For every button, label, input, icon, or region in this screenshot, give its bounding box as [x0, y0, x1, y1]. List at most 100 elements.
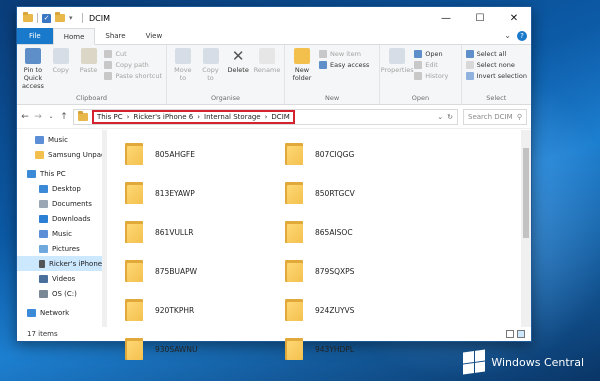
sidebar-item-desktop[interactable]: Desktop [17, 181, 106, 196]
folder-item[interactable]: 805AHGFE [125, 138, 285, 170]
phone-icon [39, 259, 45, 268]
up-arrow-icon[interactable]: ↑ [60, 112, 68, 122]
tab-view[interactable]: View [136, 28, 173, 44]
new-folder-label: New folder [292, 66, 312, 82]
close-button[interactable]: ✕ [497, 7, 531, 29]
folder-item[interactable]: 879SQXPS [285, 255, 445, 287]
tab-home[interactable]: Home [52, 28, 96, 45]
select-none-button[interactable]: Select none [465, 61, 527, 69]
select-group-label: Select [486, 94, 507, 102]
copy-label: Copy [52, 66, 69, 74]
large-icons-view-icon[interactable] [517, 330, 525, 338]
new-folder-icon[interactable] [55, 12, 65, 22]
minimize-button[interactable]: — [429, 7, 463, 29]
sidebar-item-videos[interactable]: Videos [17, 271, 106, 286]
open-button[interactable]: Open [414, 50, 448, 58]
folder-item[interactable]: 865AISOC [285, 216, 445, 248]
folder-icon [35, 150, 44, 159]
address-dropdown-icon[interactable]: ⌄ [437, 113, 443, 121]
invert-selection-button[interactable]: Invert selection [465, 72, 527, 80]
content-scrollbar[interactable] [521, 130, 531, 327]
sidebar-item-music[interactable]: Music [17, 226, 106, 241]
music-icon [35, 135, 44, 144]
recent-dropdown-icon[interactable]: ⌄ [47, 113, 55, 120]
copy-path-button[interactable]: Copy path [104, 61, 162, 69]
forward-arrow-icon[interactable]: → [34, 112, 42, 122]
folder-name: 875BUAPW [155, 266, 198, 276]
expand-ribbon-icon[interactable]: ⌄ [504, 31, 511, 41]
back-arrow-icon[interactable]: ← [21, 112, 29, 122]
sidebar-item-network[interactable]: Network [17, 305, 106, 320]
folder-item[interactable]: 924ZUYVS [285, 294, 445, 326]
breadcrumb-this-pc[interactable]: This PC [97, 113, 123, 121]
tab-file[interactable]: File [17, 28, 53, 44]
edit-button[interactable]: Edit [414, 61, 448, 69]
rename-label: Rename [253, 66, 281, 74]
history-button[interactable]: History [414, 72, 448, 80]
folder-item[interactable]: 875BUAPW [125, 255, 285, 287]
folder-icon [285, 182, 303, 204]
sidebar-item-label: Downloads [52, 214, 91, 223]
scrollbar-thumb[interactable] [523, 148, 529, 238]
pin-icon [24, 48, 41, 64]
easy-access-label: Easy access [330, 61, 370, 69]
folder-icon [23, 12, 33, 22]
help-icon[interactable]: ? [517, 31, 527, 41]
sidebar-item-pictures[interactable]: Pictures [17, 241, 106, 256]
sidebar-scrollbar[interactable] [102, 130, 106, 327]
folder-item[interactable]: 861VULLR [125, 216, 285, 248]
breadcrumb-separator[interactable]: › [265, 113, 268, 121]
sidebar-item-iphone[interactable]: Ricker's iPhone 6 [17, 256, 106, 271]
folder-item[interactable]: 850RTGCV [285, 177, 445, 209]
sidebar-item-os-c[interactable]: OS (C:) [17, 286, 106, 301]
sidebar-item-downloads[interactable]: Downloads [17, 211, 106, 226]
select-all-button[interactable]: Select all [465, 50, 527, 58]
folder-item[interactable]: 920TKPHR [125, 294, 285, 326]
folder-name: 813EYAWP [155, 188, 195, 198]
new-item-button[interactable]: New item [319, 50, 369, 58]
folder-icon [125, 299, 143, 321]
window-title: DCIM [89, 13, 111, 23]
paste-shortcut-button[interactable]: Paste shortcut [104, 72, 162, 80]
sidebar-item-label: Pictures [52, 244, 80, 253]
folder-name: 850RTGCV [315, 188, 355, 198]
maximize-button[interactable]: ☐ [463, 7, 497, 29]
select-all-icon [465, 50, 474, 58]
move-to-label: Move to [174, 66, 192, 82]
ribbon: Pin to Quick access Copy Paste Cut Copy … [17, 45, 531, 105]
easy-access-button[interactable]: Easy access [319, 61, 369, 69]
folder-icon [285, 143, 303, 165]
paste-icon [80, 48, 97, 64]
sidebar-item-samsung-unpack[interactable]: Samsung Unpack [17, 147, 106, 162]
breadcrumb-dcim[interactable]: DCIM [271, 113, 289, 121]
sidebar-item-music[interactable]: Music [17, 132, 106, 147]
properties-check-icon[interactable]: ✓ [42, 13, 51, 23]
breadcrumb-separator[interactable]: › [127, 113, 130, 121]
refresh-icon[interactable]: ↻ [447, 113, 453, 121]
navigation-bar: ← → ⌄ ↑ This PC › Ricker's iPhone 6 › In… [17, 105, 531, 129]
folder-name: 805AHGFE [155, 149, 195, 159]
watermark-text: Windows Central [491, 355, 584, 369]
search-box[interactable]: Search DCIM ⚲ [463, 108, 527, 125]
videos-icon [39, 274, 48, 283]
sidebar-item-label: OS (C:) [52, 289, 77, 298]
organise-group: Move to Copy to ✕ Delete Rename Organise [167, 45, 285, 104]
file-explorer-window: ✓ ▾ DCIM — ☐ ✕ File Home Share View ⌄ ? … [16, 6, 532, 360]
customize-toolbar-icon[interactable]: ▾ [69, 14, 78, 23]
folder-item[interactable]: 807CIQGG [285, 138, 445, 170]
breadcrumb-internal-storage[interactable]: Internal Storage [204, 113, 261, 121]
tab-share[interactable]: Share [95, 28, 135, 44]
breadcrumb-iphone[interactable]: Ricker's iPhone 6 [133, 113, 193, 121]
sidebar-item-this-pc[interactable]: This PC [17, 166, 106, 181]
folder-name: 861VULLR [155, 227, 194, 237]
select-none-label: Select none [476, 61, 515, 69]
cut-button[interactable]: Cut [104, 50, 162, 58]
folder-item[interactable]: 813EYAWP [125, 177, 285, 209]
breadcrumb-separator[interactable]: › [197, 113, 200, 121]
details-view-icon[interactable] [506, 330, 514, 338]
sidebar-item-documents[interactable]: Documents [17, 196, 106, 211]
ribbon-tabs: File Home Share View ⌄ ? [17, 28, 531, 45]
address-bar[interactable]: This PC › Ricker's iPhone 6 › Internal S… [73, 108, 458, 125]
delete-label: Delete [227, 66, 249, 74]
explorer-body: Music Samsung Unpack This PC Desktop Doc… [17, 130, 531, 360]
